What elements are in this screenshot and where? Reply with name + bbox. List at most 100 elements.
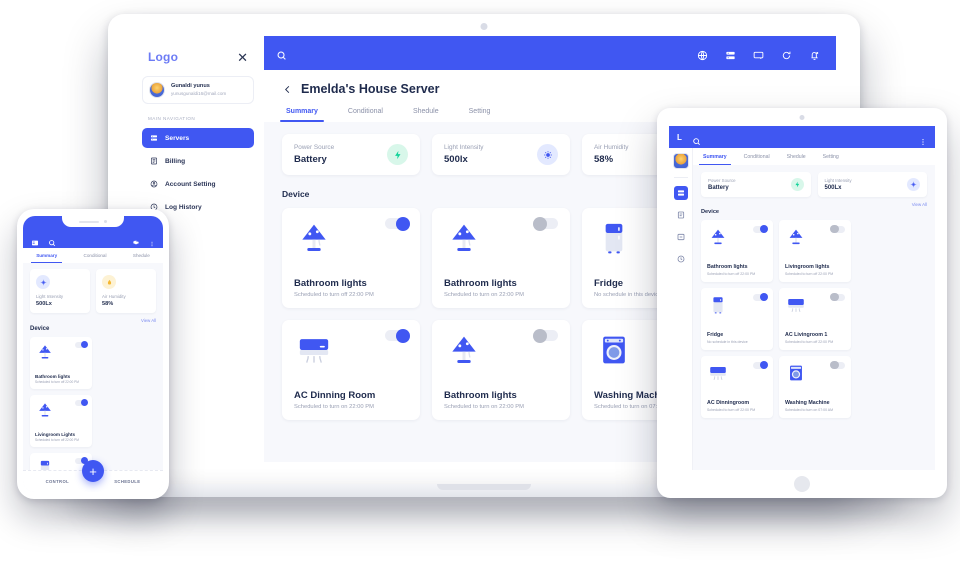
tab-summary[interactable]: Summary	[280, 108, 324, 122]
bottom-nav-schedule[interactable]: SCHEDULE	[114, 479, 140, 484]
device-name: Livingroom lights	[785, 264, 830, 270]
tablet-view-all-link[interactable]: View All	[701, 202, 927, 207]
tablet-stat-row: Power Source Battery Light Intensity 500…	[701, 172, 927, 197]
search-icon[interactable]	[276, 48, 287, 60]
device-card[interactable]: Bathroom lights Scheduled to turn off 22…	[701, 220, 773, 282]
sidebar-item-servers[interactable]: Servers	[142, 128, 254, 148]
tablet-screen: L Summary Conditional Shedule Setting Po…	[669, 126, 935, 470]
device-toggle[interactable]	[830, 292, 845, 302]
tablet-device: L Summary Conditional Shedule Setting Po…	[657, 108, 947, 498]
device-card[interactable]: AC Livingroom 1 Scheduled to turn off 22…	[779, 288, 851, 350]
device-card[interactable]: AC Dinning Room Scheduled to turn on 22:…	[282, 320, 420, 420]
notification-bell-icon[interactable]	[809, 48, 820, 60]
phone-stat-light-intensity[interactable]: Light Intensity 500Lx	[30, 269, 90, 313]
rail-item-billing[interactable]	[674, 208, 688, 222]
device-schedule: Scheduled to turn off 22:00 PM	[35, 380, 79, 384]
bottom-nav-control[interactable]: CONTROL	[46, 479, 70, 484]
search-icon[interactable]	[48, 234, 56, 247]
tablet-scroll: Power Source Battery Light Intensity 500…	[693, 165, 935, 418]
phone-tab-conditional[interactable]: Conditional	[84, 253, 107, 263]
tablet-tab-summary[interactable]: Summary	[699, 154, 731, 165]
device-schedule: Scheduled to turn on 22:00 PM	[444, 404, 524, 410]
tablet-tab-conditional[interactable]: Conditional	[744, 154, 770, 165]
device-toggle[interactable]	[753, 292, 768, 302]
user-profile-card[interactable]: Gunaldi yunus yunusgunaldi16@mail.com	[142, 76, 254, 104]
ac-icon	[707, 362, 729, 384]
gear-icon[interactable]	[132, 234, 140, 245]
lamp-icon	[294, 218, 334, 258]
sidebar-item-account-setting[interactable]: Account Setting	[142, 174, 254, 194]
device-card-header	[707, 292, 768, 316]
device-toggle[interactable]	[830, 360, 845, 370]
tablet-tab-shedule[interactable]: Shedule	[787, 154, 806, 165]
device-card[interactable]: Bathroom lights Scheduled to turn on 22:…	[432, 320, 570, 420]
device-card[interactable]: AC Dinningroom Scheduled to turn off 22:…	[701, 356, 773, 418]
device-toggle[interactable]	[830, 224, 845, 234]
device-toggle[interactable]	[75, 398, 88, 407]
device-card[interactable]: Bathroom lights Scheduled to turn on 22:…	[432, 208, 570, 308]
stat-card-light-intensity[interactable]: Light Intensity 500lx	[432, 134, 570, 175]
device-toggle[interactable]	[385, 216, 410, 231]
tablet-home-button[interactable]	[794, 476, 810, 492]
rail-item-history[interactable]	[674, 252, 688, 266]
tablet-device-grid: Bathroom lights Scheduled to turn off 22…	[701, 220, 927, 418]
toggle-knob	[759, 292, 768, 302]
stat-value: Battery	[294, 154, 327, 165]
tablet-device-section-title: Device	[701, 209, 720, 215]
avatar[interactable]	[672, 153, 689, 169]
device-card[interactable]: Bathroom lights Scheduled to turn off 22…	[282, 208, 420, 308]
top-bar	[264, 36, 836, 70]
stat-value: 500Lx	[824, 185, 842, 191]
sidebar-item-billing[interactable]: Billing	[142, 151, 254, 171]
more-vertical-icon[interactable]	[149, 234, 155, 247]
tablet-stat-power-source[interactable]: Power Source Battery	[701, 172, 811, 197]
phone-view-all-link[interactable]: View All	[30, 318, 156, 323]
device-schedule: Scheduled to turn off 22:00 PM	[294, 292, 374, 298]
server-rack-icon[interactable]	[725, 48, 736, 59]
close-icon[interactable]: ✕	[237, 51, 248, 64]
stat-card-power-source[interactable]: Power Source Battery	[282, 134, 420, 175]
tablet-stat-light-intensity[interactable]: Light Intensity 500Lx	[817, 172, 927, 197]
phone-tab-shedule[interactable]: Shedule	[133, 253, 150, 263]
monitor-icon[interactable]	[753, 48, 764, 59]
refresh-icon[interactable]	[781, 48, 792, 59]
tab-setting[interactable]: Setting	[469, 108, 491, 122]
search-icon[interactable]	[692, 133, 701, 145]
device-card[interactable]: Livingroom Lights Scheduled to turn off …	[30, 395, 92, 447]
device-card[interactable]: Livingroom lights Scheduled to turn off …	[779, 220, 851, 282]
back-arrow-icon[interactable]	[282, 84, 293, 95]
phone-stat-air-humidity[interactable]: Air Humidity 58%	[96, 269, 156, 313]
phone-camera-icon	[104, 220, 107, 223]
device-card[interactable]: Bathroom lights Scheduled to turn off 22…	[30, 337, 92, 389]
stat-label: Air Humidity	[102, 294, 126, 299]
phone-screen: Summary Conditional Shedule Light Intens…	[23, 216, 163, 492]
light-icon	[36, 275, 50, 289]
more-vertical-icon[interactable]	[919, 133, 927, 145]
device-card-header	[444, 328, 558, 370]
globe-icon[interactable]	[697, 48, 708, 60]
menu-icon[interactable]	[31, 234, 39, 246]
page-title: Emelda's House Server	[301, 82, 440, 96]
screenshot-stage: Logo ✕ Gunaldi yunus yunusgunaldi16@mail…	[0, 0, 960, 562]
device-toggle[interactable]	[753, 360, 768, 370]
device-toggle[interactable]	[533, 216, 558, 231]
add-device-fab[interactable]: +	[82, 460, 104, 482]
device-toggle[interactable]	[75, 340, 88, 349]
device-card[interactable]: Fridge No schedule in this device	[701, 288, 773, 350]
phone-scroll: Light Intensity 500Lx Air Humidity 58% V…	[23, 263, 163, 470]
phone-bottom-nav: CONTROL SCHEDULE +	[23, 460, 163, 492]
tab-conditional[interactable]: Conditional	[348, 108, 383, 122]
tab-shedule[interactable]: Shedule	[413, 108, 439, 122]
device-card-header	[294, 216, 410, 258]
device-toggle[interactable]	[385, 328, 410, 343]
phone-tab-summary[interactable]: Summary	[31, 253, 63, 263]
rail-item-account[interactable]	[674, 230, 688, 244]
rail-item-servers[interactable]	[673, 186, 688, 200]
device-toggle[interactable]	[533, 328, 558, 343]
toggle-knob	[80, 398, 88, 407]
toggle-knob	[759, 224, 768, 234]
tablet-tab-setting[interactable]: Setting	[823, 154, 839, 165]
device-card[interactable]: Washing Machine Scheduled to turn on 07:…	[779, 356, 851, 418]
device-toggle[interactable]	[753, 224, 768, 234]
stat-value: 58%	[102, 301, 114, 307]
